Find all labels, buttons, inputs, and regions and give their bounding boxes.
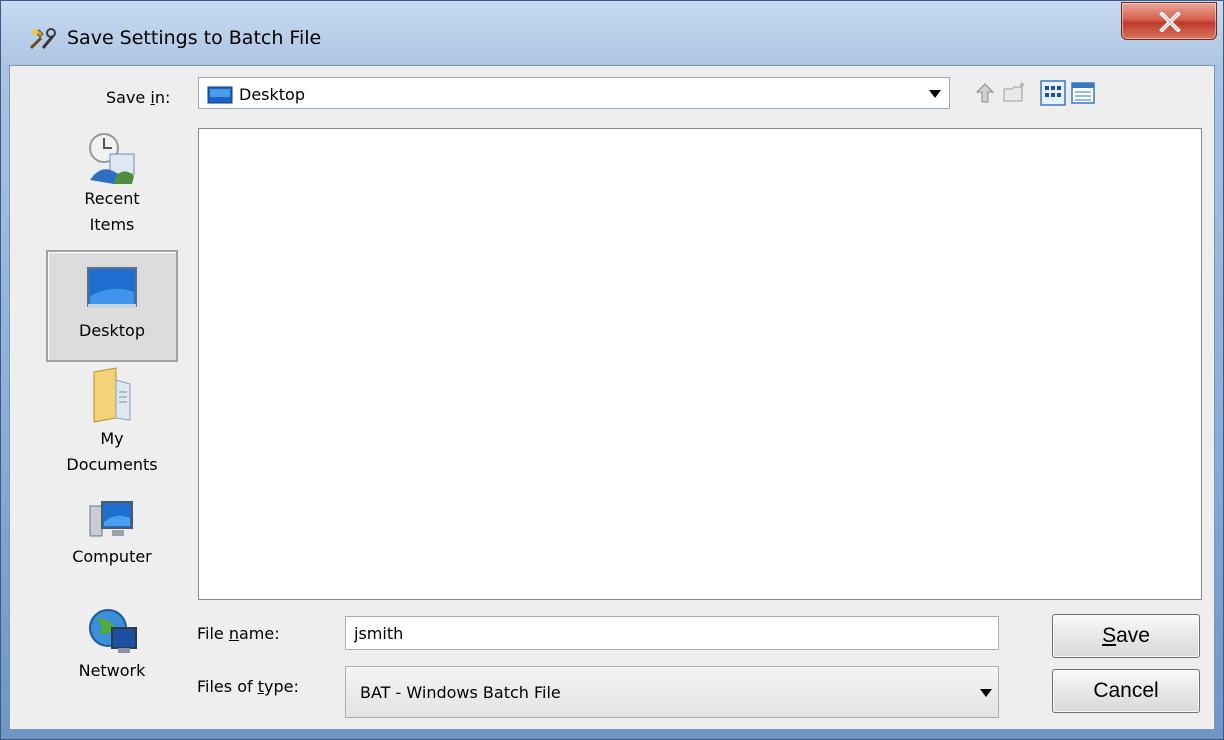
my-documents-icon xyxy=(93,367,131,423)
chevron-down-icon xyxy=(929,90,941,98)
file-name-label: File name: xyxy=(197,624,280,643)
network-icon xyxy=(89,609,137,653)
desktop-icon xyxy=(87,267,137,308)
save-dialog-window: Save Settings to Batch File Save in: Des… xyxy=(0,0,1224,740)
close-button[interactable] xyxy=(1121,2,1217,40)
place-label: Items xyxy=(89,215,135,234)
file-type-value: BAT - Windows Batch File xyxy=(360,683,561,702)
window-title: Save Settings to Batch File xyxy=(67,27,322,49)
title-bar[interactable]: Save Settings to Batch File xyxy=(1,1,1223,65)
place-recent-items[interactable]: Recent Items xyxy=(46,130,178,242)
place-network[interactable]: Network xyxy=(46,606,178,706)
dialog-body: Save in: Desktop Recent Items Desktop My… xyxy=(9,65,1215,730)
place-label: My xyxy=(100,429,124,448)
places-bar: Recent Items Desktop My Documents Comput… xyxy=(44,126,184,718)
app-tools-icon xyxy=(29,28,56,50)
place-desktop[interactable]: Desktop xyxy=(46,250,178,362)
up-one-level-icon[interactable] xyxy=(972,80,998,106)
file-list-pane[interactable] xyxy=(198,128,1202,600)
place-label: Desktop xyxy=(79,321,145,340)
computer-icon xyxy=(89,501,133,537)
file-type-label: Files of type: xyxy=(197,677,299,696)
place-my-documents[interactable]: My Documents xyxy=(46,366,178,482)
list-view-icon[interactable] xyxy=(1040,80,1066,106)
desktop-folder-icon xyxy=(207,86,233,104)
cancel-button[interactable]: Cancel xyxy=(1052,669,1200,713)
place-label: Documents xyxy=(66,455,158,474)
place-label: Network xyxy=(78,661,146,680)
details-view-icon[interactable] xyxy=(1070,80,1096,106)
place-label: Recent xyxy=(84,189,140,208)
save-in-value: Desktop xyxy=(239,85,305,104)
close-icon xyxy=(1159,12,1181,32)
save-in-label: Save in: xyxy=(106,88,171,107)
save-button[interactable]: Save xyxy=(1052,614,1200,658)
create-new-folder-icon[interactable] xyxy=(1002,80,1028,106)
file-type-dropdown[interactable]: BAT - Windows Batch File xyxy=(345,666,999,718)
place-label: Computer xyxy=(72,547,152,566)
recent-items-icon xyxy=(89,133,135,184)
file-name-input[interactable] xyxy=(345,616,999,650)
save-in-dropdown[interactable]: Desktop xyxy=(198,77,950,109)
place-computer[interactable]: Computer xyxy=(46,498,178,594)
chevron-down-icon xyxy=(980,689,992,697)
